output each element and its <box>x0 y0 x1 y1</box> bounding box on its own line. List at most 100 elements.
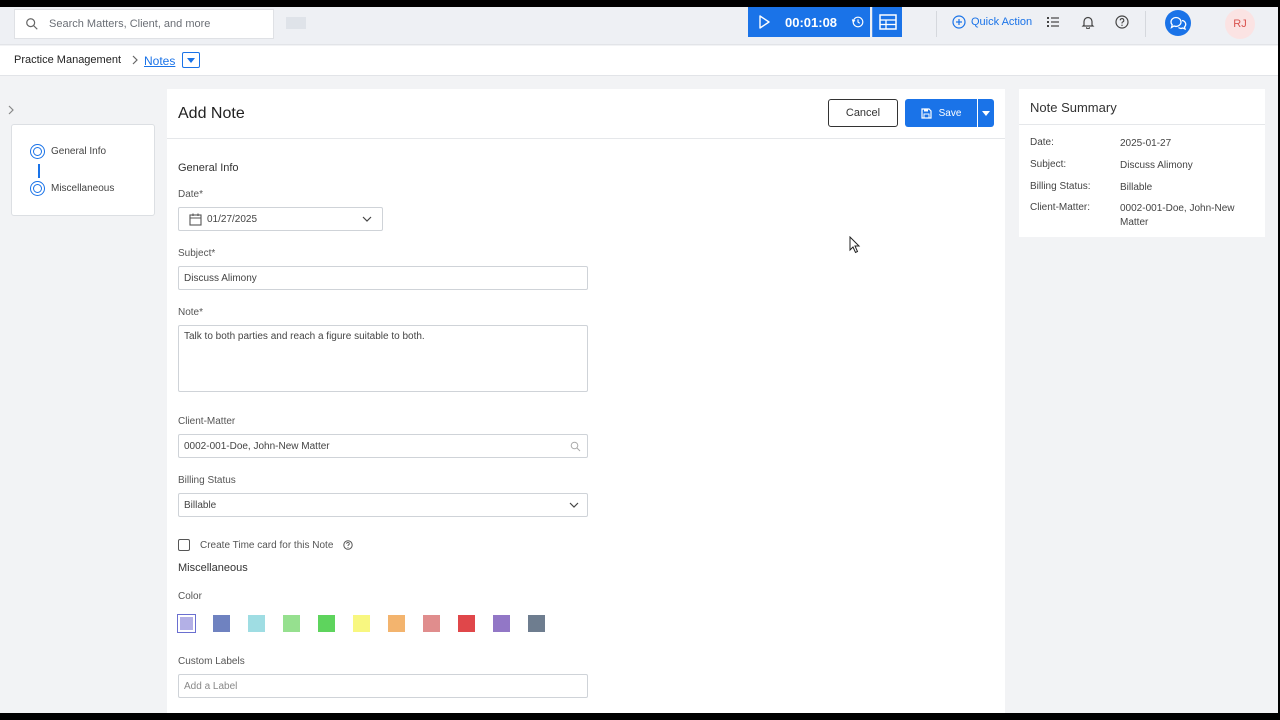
summary-value: Discuss Alimony <box>1120 160 1193 171</box>
timecard-checkbox-row[interactable]: Create Time card for this Note <box>178 539 354 551</box>
global-search-input[interactable]: Search Matters, Client, and more <box>14 9 274 39</box>
client-matter-input[interactable]: 0002-001-Doe, John-New Matter <box>178 434 588 458</box>
chevron-down-icon <box>569 502 579 508</box>
color-swatch[interactable] <box>248 615 265 632</box>
save-icon <box>920 107 932 119</box>
summary-key: Subject: <box>1030 159 1067 170</box>
summary-title: Note Summary <box>1030 100 1117 115</box>
color-swatch-group <box>177 614 563 633</box>
page-title: Add Note <box>178 105 245 122</box>
save-label: Save <box>938 107 962 119</box>
date-label: Date* <box>178 189 204 200</box>
breadcrumb-root[interactable]: Practice Management <box>14 54 121 66</box>
step-indicator-icon <box>30 144 45 159</box>
breadcrumb-dropdown-button[interactable] <box>182 52 200 68</box>
timecard-label: Create Time card for this Note <box>200 539 334 551</box>
summary-value: 0002-001-Doe, John-New Matter <box>1120 203 1235 228</box>
color-swatch[interactable] <box>423 615 440 632</box>
stepper-item-label: Miscellaneous <box>51 183 115 194</box>
stepper-item-general-info[interactable]: General Info <box>30 144 106 159</box>
play-icon[interactable] <box>756 14 772 30</box>
form-header: Add Note Cancel Save <box>167 89 1005 139</box>
table-icon <box>878 14 897 30</box>
color-swatch[interactable] <box>353 615 370 632</box>
color-swatch[interactable] <box>177 614 196 633</box>
note-textarea[interactable]: Talk to both parties and reach a figure … <box>178 325 588 392</box>
color-swatch[interactable] <box>493 615 510 632</box>
mouse-cursor-icon <box>849 236 861 254</box>
info-icon[interactable] <box>343 540 354 550</box>
color-swatch[interactable] <box>528 615 545 632</box>
date-picker[interactable]: 01/27/2025 <box>178 207 383 231</box>
user-avatar[interactable]: RJ <box>1225 9 1255 39</box>
timer-widget[interactable]: 00:01:08 <box>748 7 870 37</box>
custom-labels-label: Custom Labels <box>178 656 245 667</box>
note-label: Note* <box>178 307 204 318</box>
cancel-button[interactable]: Cancel <box>828 99 898 127</box>
toolbar-divider <box>1145 11 1146 37</box>
breadcrumb: Practice Management Notes <box>0 46 1278 76</box>
form-stepper: General Info Miscellaneous <box>11 124 155 216</box>
color-swatch[interactable] <box>318 615 335 632</box>
subject-label: Subject* <box>178 248 216 259</box>
bell-icon[interactable] <box>1081 15 1095 29</box>
caret-down-icon <box>982 110 990 116</box>
subject-input[interactable]: Discuss Alimony <box>178 266 588 290</box>
note-summary-panel: Note Summary Date: 2025-01-27 Subject: D… <box>1019 89 1265 237</box>
stepper-item-label: General Info <box>51 146 107 157</box>
client-matter-value: 0002-001-Doe, John-New Matter <box>184 440 330 452</box>
summary-key: Client-Matter: <box>1030 202 1091 213</box>
save-button[interactable]: Save <box>905 99 977 127</box>
color-swatch[interactable] <box>388 615 405 632</box>
custom-labels-placeholder: Add a Label <box>184 680 238 692</box>
stepper-item-miscellaneous[interactable]: Miscellaneous <box>30 181 114 196</box>
chevron-right-icon <box>132 55 138 65</box>
save-options-dropdown[interactable] <box>978 99 994 127</box>
expand-sidebar-icon[interactable] <box>6 104 16 116</box>
top-bar: Search Matters, Client, and more 00:01:0… <box>0 7 1278 45</box>
task-list-icon[interactable] <box>1046 15 1060 29</box>
chevron-down-icon <box>362 216 372 222</box>
color-swatch[interactable] <box>213 615 230 632</box>
timecard-checkbox[interactable] <box>178 539 190 551</box>
summary-divider <box>1019 124 1265 125</box>
billing-status-label: Billing Status <box>178 475 236 486</box>
timesheet-grid-button[interactable] <box>872 7 902 37</box>
client-matter-label: Client-Matter <box>178 416 236 427</box>
history-icon[interactable] <box>851 15 865 29</box>
date-value: 01/27/2025 <box>207 213 258 225</box>
toolbar-divider <box>936 11 937 37</box>
quick-action-label: Quick Action <box>971 16 1033 28</box>
calendar-icon[interactable] <box>189 213 202 226</box>
note-value: Talk to both parties and reach a figure … <box>184 331 425 342</box>
caret-down-icon <box>187 57 195 63</box>
section-title-general-info: General Info <box>178 162 239 174</box>
billing-status-value: Billable <box>184 499 217 511</box>
timer-value: 00:01:08 <box>785 14 838 30</box>
search-icon <box>26 18 38 30</box>
billing-status-select[interactable]: Billable <box>178 493 588 517</box>
chat-button[interactable] <box>1165 10 1191 36</box>
summary-key: Date: <box>1030 137 1054 148</box>
subject-value: Discuss Alimony <box>184 272 257 284</box>
color-swatch[interactable] <box>458 615 475 632</box>
color-swatch[interactable] <box>283 615 300 632</box>
color-label: Color <box>178 591 202 602</box>
step-indicator-icon <box>30 181 45 196</box>
search-icon[interactable] <box>570 441 581 452</box>
section-title-miscellaneous: Miscellaneous <box>178 562 248 574</box>
summary-value: Billable <box>1120 182 1153 193</box>
help-icon[interactable] <box>1115 15 1129 29</box>
search-placeholder: Search Matters, Client, and more <box>49 18 211 30</box>
toolbar-placeholder <box>286 17 306 29</box>
custom-labels-input[interactable]: Add a Label <box>178 674 588 698</box>
summary-key: Billing Status: <box>1030 181 1091 192</box>
summary-value: 2025-01-27 <box>1120 138 1172 149</box>
add-note-form: Add Note Cancel Save General Info Date* … <box>167 89 1005 713</box>
stepper-connector <box>38 164 40 178</box>
app-frame: Search Matters, Client, and more 00:01:0… <box>0 7 1278 713</box>
breadcrumb-current[interactable]: Notes <box>144 54 175 68</box>
quick-action-button[interactable]: Quick Action <box>952 15 1032 29</box>
plus-circle-icon <box>952 15 966 29</box>
chat-icon <box>1170 16 1187 31</box>
